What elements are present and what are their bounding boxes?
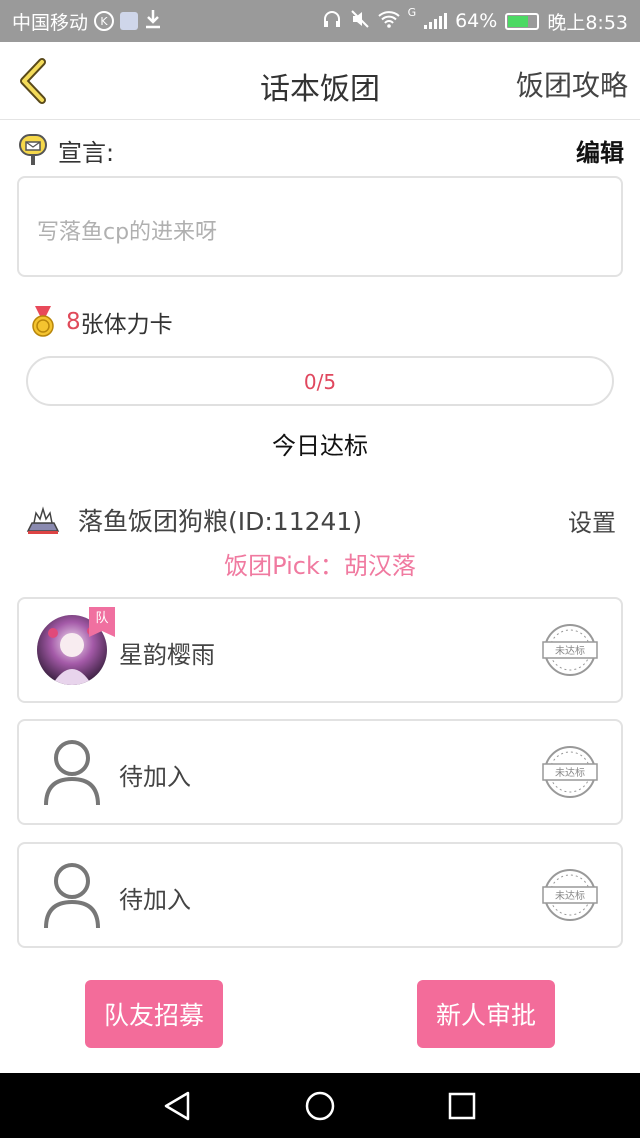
settings-button[interactable]: 设置 bbox=[568, 503, 616, 538]
group-pick: 饭团Pick：胡汉落 bbox=[224, 552, 416, 580]
clock: 晚上8:53 bbox=[547, 11, 628, 34]
guide-link[interactable]: 饭团攻略 bbox=[516, 64, 628, 104]
download-icon bbox=[144, 9, 162, 34]
approve-button[interactable]: 新人审批 bbox=[417, 980, 555, 1048]
member-card[interactable]: 待加入 未达标 bbox=[17, 719, 623, 825]
declaration-header: 宣言: 编辑 bbox=[18, 132, 624, 168]
progress-text: 0/5 bbox=[303, 370, 337, 394]
nav-recents-icon[interactable] bbox=[445, 1089, 479, 1123]
not-qualified-stamp-icon: 未达标 bbox=[541, 623, 599, 677]
member-name: 待加入 bbox=[119, 763, 191, 791]
battery-percent: 64% bbox=[455, 10, 498, 32]
stamp-text: 未达标 bbox=[555, 767, 585, 779]
not-qualified-stamp-icon: 未达标 bbox=[541, 868, 599, 922]
stamp-text: 未达标 bbox=[555, 645, 585, 657]
wifi-icon bbox=[377, 10, 400, 33]
signal-type-label: G bbox=[407, 5, 417, 19]
group-header: 落鱼饭团狗粮(ID:11241) 设置 bbox=[26, 500, 616, 540]
daily-progress-bar: 0/5 bbox=[26, 356, 614, 406]
person-placeholder-icon bbox=[43, 739, 101, 807]
declaration-field[interactable]: 写落鱼cp的进来呀 bbox=[17, 176, 623, 277]
group-name: 落鱼饭团狗粮(ID:11241) bbox=[78, 507, 363, 536]
member-name: 星韵樱雨 bbox=[119, 641, 215, 669]
stamp-text: 未达标 bbox=[555, 890, 585, 902]
member-card[interactable]: 待加入 未达标 bbox=[17, 842, 623, 948]
app-notification-icon bbox=[120, 12, 139, 30]
declaration-label: 宣言: bbox=[58, 138, 115, 167]
carrier-label: 中国移动 bbox=[12, 11, 89, 34]
medal-icon bbox=[30, 306, 56, 338]
carrier-badge-icon: K bbox=[94, 11, 115, 31]
not-qualified-stamp-icon: 未达标 bbox=[541, 745, 599, 799]
edit-button[interactable]: 编辑 bbox=[576, 133, 624, 168]
status-bar: 中国移动 K G 64% 晚上8:53 bbox=[0, 0, 640, 42]
stamina-count: 8 bbox=[66, 309, 81, 335]
member-card[interactable]: 队 星韵樱雨 未达标 bbox=[17, 597, 623, 703]
header-bar: 话本饭团 饭团攻略 bbox=[0, 42, 640, 120]
mailbox-icon bbox=[18, 133, 48, 167]
member-name: 待加入 bbox=[119, 886, 191, 914]
stamina-label: 张体力卡 bbox=[80, 312, 173, 338]
headphone-icon bbox=[322, 9, 342, 34]
today-status: 今日达标 bbox=[272, 432, 368, 460]
stamina-cards: 8 张体力卡 bbox=[30, 304, 173, 340]
nav-back-icon[interactable] bbox=[160, 1089, 194, 1123]
person-placeholder-icon bbox=[43, 862, 101, 930]
group-crown-icon bbox=[26, 505, 60, 535]
recruit-button[interactable]: 队友招募 bbox=[85, 980, 223, 1048]
nav-home-icon[interactable] bbox=[303, 1089, 337, 1123]
mute-icon bbox=[350, 9, 370, 34]
system-nav-bar bbox=[0, 1073, 640, 1138]
signal-icon bbox=[424, 13, 448, 29]
battery-icon bbox=[505, 12, 540, 30]
